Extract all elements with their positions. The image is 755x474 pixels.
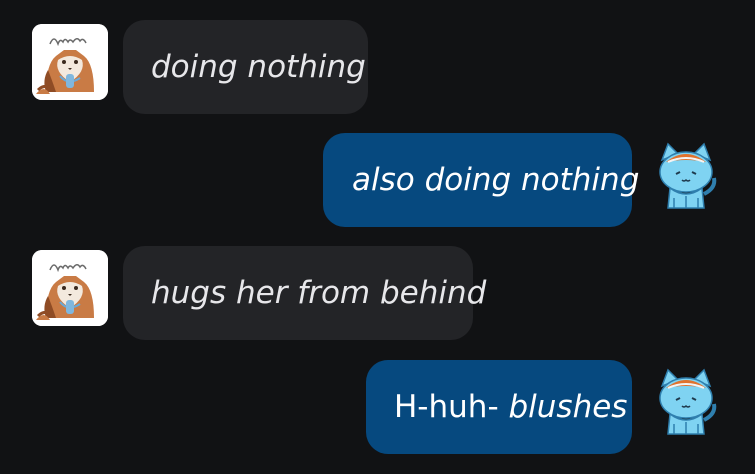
message-emphasis-text: blushes bbox=[508, 389, 628, 425]
incoming-message-bubble[interactable]: doing nothing bbox=[123, 20, 368, 114]
message-text: hugs her from behind bbox=[151, 275, 487, 311]
message-text: also doing nothing bbox=[352, 162, 640, 198]
blue-cat-sticker-avatar-icon[interactable] bbox=[648, 364, 724, 440]
message-text: H-huh- bbox=[394, 389, 509, 425]
chat-thread: doing nothing also doing nothing hugs he… bbox=[0, 0, 755, 474]
outgoing-message-bubble[interactable]: also doing nothing bbox=[323, 133, 639, 227]
red-panda-sticker-avatar-icon[interactable] bbox=[32, 24, 108, 100]
outgoing-message-bubble[interactable]: H-huh- blushes bbox=[366, 360, 632, 454]
blue-cat-sticker-avatar-icon[interactable] bbox=[648, 138, 724, 214]
message-text: doing nothing bbox=[151, 49, 366, 85]
red-panda-sticker-avatar-icon[interactable] bbox=[32, 250, 108, 326]
incoming-message-bubble[interactable]: hugs her from behind bbox=[123, 246, 486, 340]
